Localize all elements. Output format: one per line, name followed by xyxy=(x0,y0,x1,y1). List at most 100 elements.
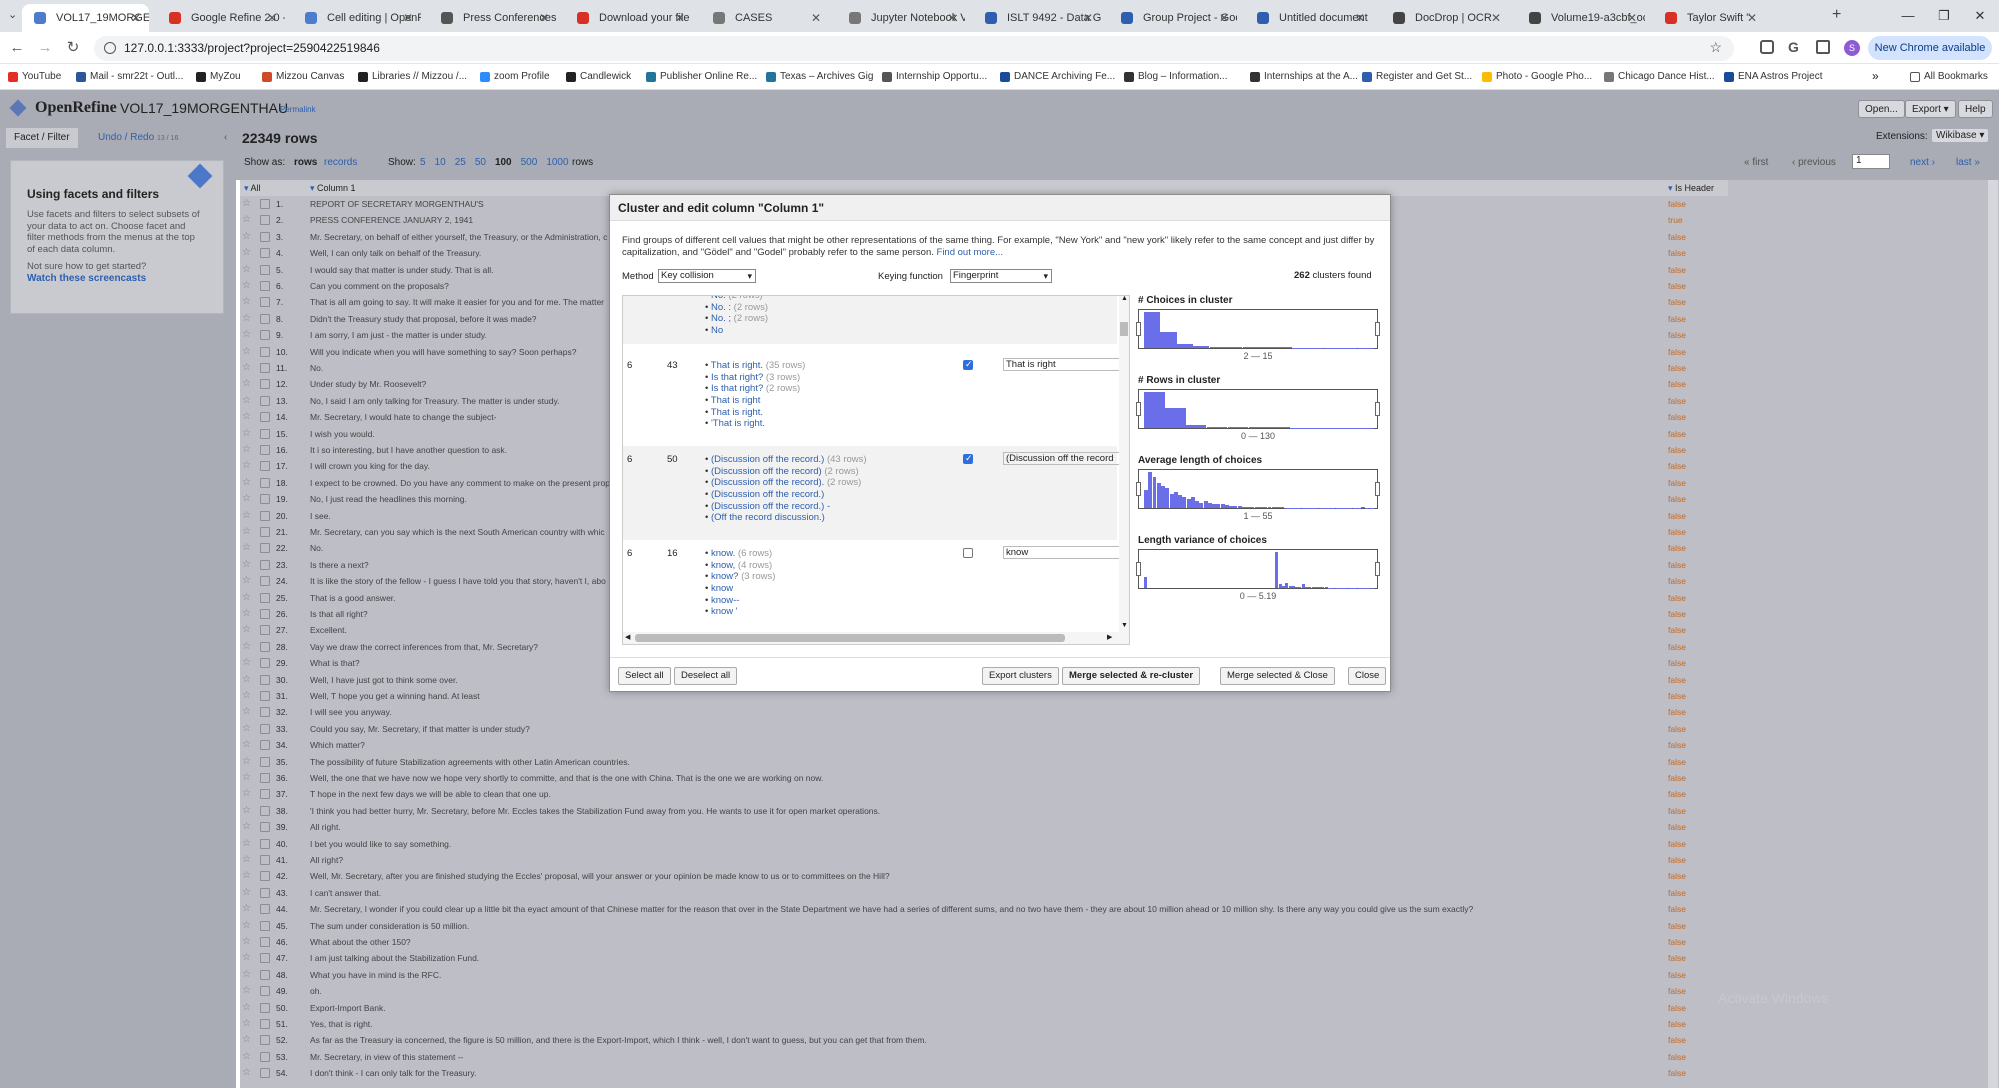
bookmark-item[interactable]: Photo - Google Pho... xyxy=(1482,71,1592,82)
bookmark-item[interactable]: DANCE Archiving Fe... xyxy=(1000,71,1115,82)
hscroll-thumb[interactable] xyxy=(635,634,1065,642)
cluster-vertical-scrollbar[interactable]: ▲ ▼ xyxy=(1119,296,1129,632)
flag-icon[interactable] xyxy=(260,789,270,800)
cell-column-1[interactable]: oh. xyxy=(310,983,1710,999)
cluster-value[interactable]: No. (2 rows) xyxy=(705,296,768,302)
site-info-icon[interactable] xyxy=(104,42,116,54)
cell-is-header[interactable]: false xyxy=(1668,950,1686,966)
cluster-value[interactable]: Is that right? (2 rows) xyxy=(705,383,805,395)
star-icon[interactable]: ☆ xyxy=(242,609,252,619)
cell-is-header[interactable]: false xyxy=(1668,754,1686,770)
star-icon[interactable]: ☆ xyxy=(242,986,252,996)
range-handle-left[interactable] xyxy=(1136,482,1141,496)
grid-scrollbar[interactable] xyxy=(1988,180,1998,1088)
star-icon[interactable]: ☆ xyxy=(242,313,252,324)
cell-is-header[interactable]: false xyxy=(1668,294,1686,310)
keying-function-select[interactable]: Fingerprint xyxy=(950,269,1052,283)
new-cell-value-input[interactable]: know xyxy=(1003,546,1123,559)
cell-column-1[interactable]: Which matter? xyxy=(310,737,1710,753)
cell-is-header[interactable]: false xyxy=(1668,376,1686,392)
cell-column-1[interactable]: The possibility of future Stabilization … xyxy=(310,754,1710,770)
star-icon[interactable]: ☆ xyxy=(242,264,252,275)
range-handle-left[interactable] xyxy=(1136,402,1141,416)
next-page-link[interactable]: next › xyxy=(1910,157,1935,168)
star-icon[interactable]: ☆ xyxy=(242,363,252,373)
cluster-value[interactable]: That is right. xyxy=(705,407,805,419)
cell-is-header[interactable]: false xyxy=(1668,983,1686,999)
bookmark-item[interactable]: Texas – Archives Gig xyxy=(766,71,873,82)
star-icon[interactable]: ☆ xyxy=(242,773,252,783)
tab-close-icon[interactable]: ✕ xyxy=(403,4,413,32)
star-icon[interactable]: ☆ xyxy=(242,248,252,258)
flag-icon[interactable] xyxy=(260,395,270,406)
cell-is-header[interactable]: false xyxy=(1668,737,1686,753)
star-icon[interactable]: ☆ xyxy=(242,1019,252,1029)
flag-icon[interactable] xyxy=(260,707,270,718)
cluster-value[interactable]: Is that right? (3 rows) xyxy=(705,372,805,384)
page-size-option[interactable]: 5 xyxy=(420,157,426,168)
cell-is-header[interactable]: false xyxy=(1668,885,1686,901)
cell-is-header[interactable]: false xyxy=(1668,1065,1686,1081)
google-lens-icon[interactable] xyxy=(1760,40,1774,54)
flag-icon[interactable] xyxy=(260,805,270,816)
cell-is-header[interactable]: false xyxy=(1668,803,1686,819)
cell-column-1[interactable]: Export-Import Bank. xyxy=(310,1000,1710,1016)
cell-is-header[interactable]: false xyxy=(1668,590,1686,606)
star-icon[interactable]: ☆ xyxy=(242,805,252,816)
bookmark-item[interactable]: Chicago Dance Hist... xyxy=(1604,71,1715,82)
more-bookmarks-icon[interactable]: » xyxy=(1872,69,1879,83)
cell-column-1[interactable]: T hope in the next few days we will be a… xyxy=(310,786,1710,802)
flag-icon[interactable] xyxy=(260,510,270,521)
cell-is-header[interactable]: false xyxy=(1668,508,1686,524)
range-handle-right[interactable] xyxy=(1375,482,1380,496)
cluster-horizontal-scrollbar[interactable]: ◀ ▶ xyxy=(623,632,1129,644)
cell-is-header[interactable]: false xyxy=(1668,229,1686,245)
flag-icon[interactable] xyxy=(260,855,270,865)
cell-is-header[interactable]: false xyxy=(1668,934,1686,950)
cluster-value[interactable]: That is right xyxy=(705,395,805,407)
star-icon[interactable]: ☆ xyxy=(242,461,252,471)
range-handle-left[interactable] xyxy=(1136,322,1141,336)
flag-icon[interactable] xyxy=(260,592,270,603)
browser-tab[interactable]: CASES ✕ xyxy=(701,4,829,32)
flag-icon[interactable] xyxy=(260,231,270,242)
tab-close-icon[interactable]: ✕ xyxy=(131,4,141,32)
cell-is-header[interactable]: false xyxy=(1668,688,1686,704)
cell-column-1[interactable]: What about the other 150? xyxy=(310,934,1710,950)
browser-tab[interactable]: Download your file ✕ xyxy=(565,4,693,32)
last-page-link[interactable]: last » xyxy=(1956,157,1980,168)
cell-column-1[interactable]: I can't answer that. xyxy=(310,885,1710,901)
star-icon[interactable]: ☆ xyxy=(242,428,252,439)
flag-icon[interactable] xyxy=(260,609,270,619)
open-button[interactable]: Open... xyxy=(1858,100,1905,118)
cell-is-header[interactable]: false xyxy=(1668,393,1686,409)
cell-column-1[interactable]: What you have in mind is the RFC. xyxy=(310,967,1710,983)
flag-icon[interactable] xyxy=(260,494,270,505)
flag-icon[interactable] xyxy=(260,576,270,587)
star-icon[interactable]: ☆ xyxy=(242,871,252,881)
flag-icon[interactable] xyxy=(260,363,270,373)
flag-icon[interactable] xyxy=(260,543,270,554)
cell-is-header[interactable]: false xyxy=(1668,819,1686,835)
cell-is-header[interactable]: false xyxy=(1668,557,1686,573)
flag-icon[interactable] xyxy=(260,428,270,439)
cell-is-header[interactable]: false xyxy=(1668,442,1686,458)
tab-undo-redo[interactable]: Undo / Redo 13 / 16 xyxy=(90,128,186,148)
star-icon[interactable]: ☆ xyxy=(242,330,252,340)
cell-is-header[interactable]: false xyxy=(1668,1000,1686,1016)
cell-column-1[interactable]: Yes, that is right. xyxy=(310,1016,1710,1032)
tab-close-icon[interactable]: ✕ xyxy=(1219,4,1229,32)
cell-column-1[interactable]: As far as the Treasury ia concerned, the… xyxy=(310,1032,1710,1048)
page-size-option[interactable]: 10 xyxy=(435,157,446,168)
star-icon[interactable]: ☆ xyxy=(242,379,252,389)
star-icon[interactable]: ☆ xyxy=(242,215,252,225)
star-icon[interactable]: ☆ xyxy=(242,477,252,488)
flag-icon[interactable] xyxy=(260,756,270,767)
all-bookmarks-folder[interactable]: All Bookmarks xyxy=(1910,71,1988,82)
flag-icon[interactable] xyxy=(260,1019,270,1029)
browser-tab[interactable]: Volume19-a3cbf_oc ✕ xyxy=(1517,4,1645,32)
cluster-value[interactable]: (Discussion off the record) (2 rows) xyxy=(705,466,867,478)
cell-column-1[interactable]: I am just talking about the Stabilizatio… xyxy=(310,950,1710,966)
flag-icon[interactable] xyxy=(260,264,270,275)
cell-is-header[interactable]: false xyxy=(1668,458,1686,474)
